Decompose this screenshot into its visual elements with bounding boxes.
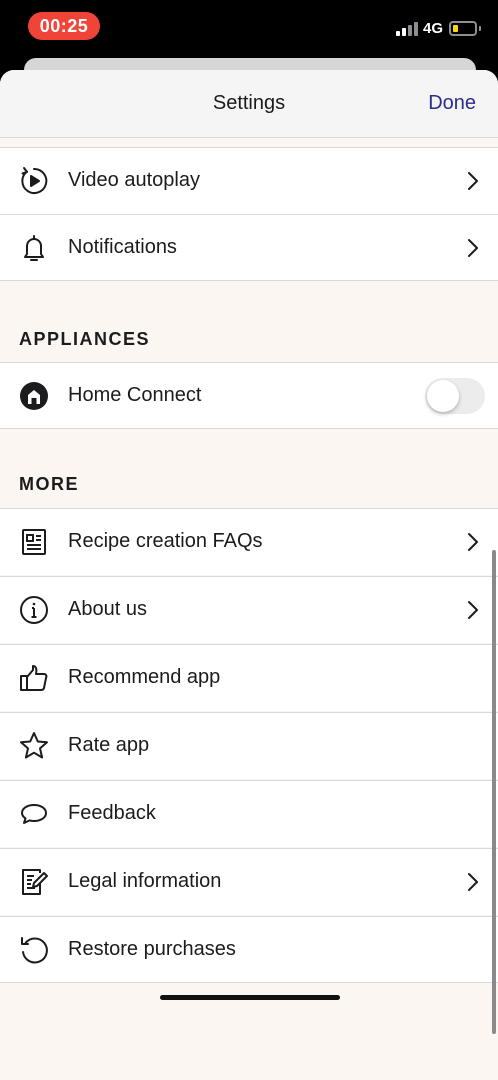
- chevron-right-icon: [466, 871, 480, 893]
- settings-row-rate-app[interactable]: Rate app: [0, 712, 498, 779]
- settings-row-about-us[interactable]: About us: [0, 576, 498, 643]
- chevron-right-icon: [466, 170, 480, 192]
- chevron-right-icon: [466, 237, 480, 259]
- battery-icon: [449, 21, 477, 36]
- chevron-right-icon: [466, 599, 480, 621]
- thumbs-up-icon: [18, 662, 50, 694]
- video-autoplay-icon: [18, 165, 50, 197]
- toggle-knob: [427, 380, 459, 412]
- edit-document-icon: [18, 866, 50, 898]
- settings-row-recipe-faqs[interactable]: Recipe creation FAQs: [0, 508, 498, 575]
- row-label: Feedback: [68, 802, 156, 824]
- restore-icon: [18, 934, 50, 966]
- battery-tip: [479, 26, 481, 31]
- settings-row-home-connect: Home Connect: [0, 362, 498, 429]
- section-header-more: MORE: [19, 474, 79, 494]
- info-icon: [18, 594, 50, 626]
- navigation-bar: Settings Done: [0, 70, 498, 138]
- row-label: Restore purchases: [68, 938, 236, 960]
- settings-sheet: Settings Done Video autoplay Notificatio…: [0, 70, 498, 1080]
- page-title: Settings: [212, 92, 286, 114]
- settings-row-feedback[interactable]: Feedback: [0, 780, 498, 847]
- home-connect-icon: [18, 380, 50, 412]
- status-bar: 00:25 4G: [0, 0, 498, 60]
- row-label: Rate app: [68, 734, 150, 756]
- row-label: Notifications: [68, 236, 177, 258]
- settings-row-legal-information[interactable]: Legal information: [0, 848, 498, 915]
- network-label: 4G: [423, 20, 444, 37]
- home-connect-toggle[interactable]: [425, 378, 485, 414]
- signal-icon: [396, 22, 418, 36]
- row-label: Video autoplay: [68, 169, 200, 191]
- settings-row-restore-purchases[interactable]: Restore purchases: [0, 916, 498, 983]
- section-header-appliances: APPLIANCES: [19, 329, 151, 349]
- home-indicator[interactable]: [160, 995, 340, 1000]
- done-button[interactable]: Done: [428, 92, 476, 115]
- document-icon: [18, 526, 50, 558]
- row-label: Home Connect: [68, 384, 202, 406]
- chevron-right-icon: [466, 531, 480, 553]
- row-label: Recommend app: [68, 666, 221, 688]
- status-time[interactable]: 00:25: [28, 12, 100, 40]
- bell-icon: [18, 232, 50, 264]
- row-label: Recipe creation FAQs: [68, 530, 263, 552]
- star-icon: [18, 730, 50, 762]
- settings-row-recommend-app[interactable]: Recommend app: [0, 644, 498, 711]
- settings-row-video-autoplay[interactable]: Video autoplay: [0, 147, 498, 214]
- row-label: About us: [68, 598, 147, 620]
- speech-bubble-icon: [18, 798, 50, 830]
- scrollbar[interactable]: [492, 550, 496, 1034]
- settings-row-notifications[interactable]: Notifications: [0, 214, 498, 281]
- row-label: Legal information: [68, 870, 222, 892]
